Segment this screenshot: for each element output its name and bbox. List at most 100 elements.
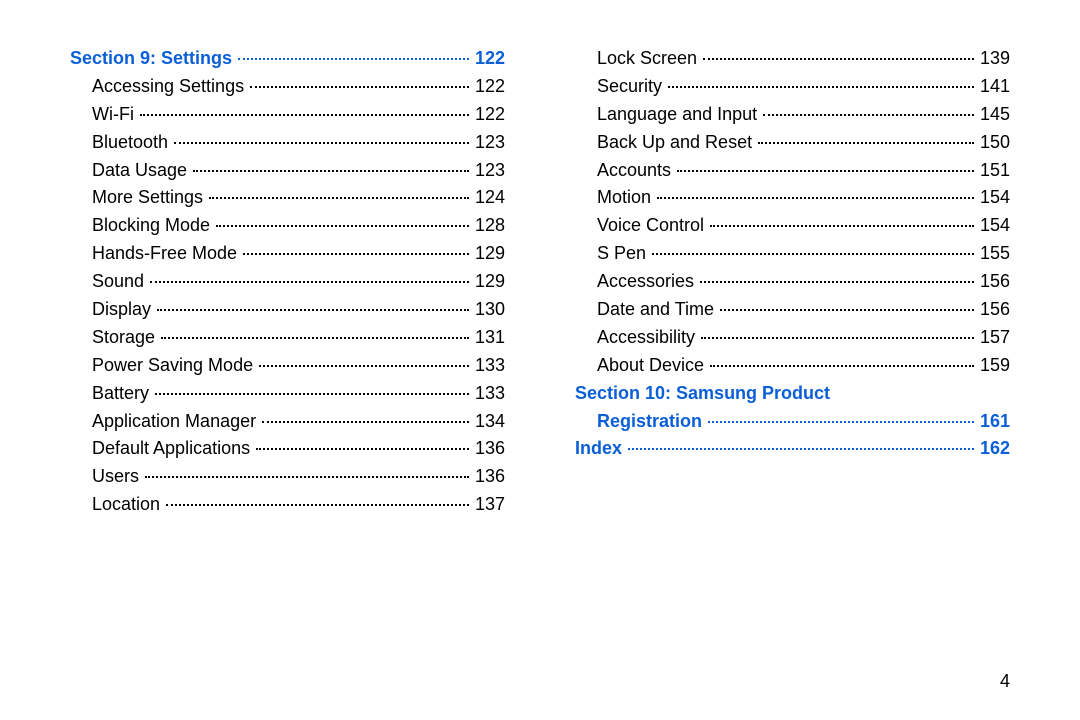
toc-leader-dots xyxy=(701,337,974,339)
toc-page-ref: 154 xyxy=(976,184,1010,212)
toc-entry[interactable]: Location137 xyxy=(70,491,505,519)
toc-leader-dots xyxy=(652,253,974,255)
toc-entry[interactable]: Lock Screen139 xyxy=(575,45,1010,73)
toc-entry[interactable]: Data Usage123 xyxy=(70,157,505,185)
toc-leader-dots xyxy=(700,281,974,283)
toc-entry[interactable]: Accounts 151 xyxy=(575,157,1010,185)
toc-page-ref: 156 xyxy=(976,296,1010,324)
toc-page-ref: 128 xyxy=(471,212,505,240)
toc-entry-label: Battery xyxy=(70,380,153,408)
toc-entry[interactable]: Security141 xyxy=(575,73,1010,101)
toc-entry[interactable]: Application Manager134 xyxy=(70,408,505,436)
toc-leader-dots xyxy=(710,365,974,367)
toc-page-ref: 130 xyxy=(471,296,505,324)
toc-leader-dots xyxy=(677,170,974,172)
toc-section-heading[interactable]: Index 162 xyxy=(575,435,1010,463)
toc-section-label: Index xyxy=(575,435,626,463)
toc-page-ref: 159 xyxy=(976,352,1010,380)
toc-entry[interactable]: More Settings 124 xyxy=(70,184,505,212)
toc-leader-dots xyxy=(262,421,469,423)
toc-leader-dots xyxy=(708,421,974,423)
toc-entry[interactable]: About Device 159 xyxy=(575,352,1010,380)
toc-entry[interactable]: Blocking Mode128 xyxy=(70,212,505,240)
toc-entry-label: More Settings xyxy=(70,184,207,212)
toc-leader-dots xyxy=(710,225,974,227)
toc-entry-label: Hands-Free Mode xyxy=(70,240,241,268)
toc-leader-dots xyxy=(657,197,974,199)
toc-page-ref: 133 xyxy=(471,352,505,380)
toc-leader-dots xyxy=(193,170,469,172)
toc-entry[interactable]: Language and Input145 xyxy=(575,101,1010,129)
toc-entry[interactable]: Power Saving Mode 133 xyxy=(70,352,505,380)
toc-page-ref: 133 xyxy=(471,380,505,408)
toc-leader-dots xyxy=(668,86,974,88)
toc-entry-label: Storage xyxy=(70,324,159,352)
toc-leader-dots xyxy=(243,253,469,255)
toc-page-ref: 162 xyxy=(976,435,1010,463)
toc-entry-label: Display xyxy=(70,296,155,324)
toc-page-ref: 137 xyxy=(471,491,505,519)
toc-entry[interactable]: Storage131 xyxy=(70,324,505,352)
toc-leader-dots xyxy=(174,142,469,144)
toc-entry[interactable]: Date and Time156 xyxy=(575,296,1010,324)
toc-entry[interactable]: Display 130 xyxy=(70,296,505,324)
toc-entry[interactable]: Wi-Fi 122 xyxy=(70,101,505,129)
toc-entry[interactable]: Battery 133 xyxy=(70,380,505,408)
toc-leader-dots xyxy=(166,504,469,506)
toc-page-ref: 129 xyxy=(471,240,505,268)
toc-page-ref: 136 xyxy=(471,435,505,463)
toc-entry-label: Accounts xyxy=(575,157,675,185)
toc-entry-label: Wi-Fi xyxy=(70,101,138,129)
toc-entry[interactable]: Hands-Free Mode 129 xyxy=(70,240,505,268)
toc-section-heading[interactable]: Section 9: Settings 122 xyxy=(70,45,505,73)
toc-section-label: Section 9: Settings xyxy=(70,45,236,73)
toc-entry-label: Voice Control xyxy=(575,212,708,240)
toc-page-ref: 122 xyxy=(471,45,505,73)
toc-page-ref: 139 xyxy=(976,45,1010,73)
toc-entry-label: Default Applications xyxy=(70,435,254,463)
toc-columns: Section 9: Settings122Accessing Settings… xyxy=(70,45,1010,519)
toc-entry[interactable]: Bluetooth123 xyxy=(70,129,505,157)
toc-page-ref: 151 xyxy=(976,157,1010,185)
toc-entry-label: Bluetooth xyxy=(70,129,172,157)
toc-leader-dots xyxy=(209,197,469,199)
toc-leader-dots xyxy=(720,309,974,311)
toc-entry-label: Accessories xyxy=(575,268,698,296)
toc-page-ref: 124 xyxy=(471,184,505,212)
toc-section-label: Registration xyxy=(575,408,706,436)
toc-entry-label: Power Saving Mode xyxy=(70,352,257,380)
toc-entry[interactable]: Accessing Settings 122 xyxy=(70,73,505,101)
toc-leader-dots xyxy=(150,281,469,283)
toc-section-heading[interactable]: Section 10: Samsung Product xyxy=(575,380,1010,408)
toc-entry-label: Accessing Settings xyxy=(70,73,248,101)
toc-entry[interactable]: S Pen155 xyxy=(575,240,1010,268)
toc-leader-dots xyxy=(628,448,974,450)
toc-leader-dots xyxy=(703,58,974,60)
toc-entry[interactable]: Users136 xyxy=(70,463,505,491)
toc-entry[interactable]: Accessories156 xyxy=(575,268,1010,296)
toc-page-ref: 145 xyxy=(976,101,1010,129)
toc-page: Section 9: Settings122Accessing Settings… xyxy=(0,0,1080,720)
toc-entry[interactable]: Voice Control154 xyxy=(575,212,1010,240)
toc-leader-dots xyxy=(216,225,469,227)
toc-entry[interactable]: Motion154 xyxy=(575,184,1010,212)
toc-leader-dots xyxy=(238,58,469,60)
toc-leader-dots xyxy=(155,393,469,395)
toc-entry-label: About Device xyxy=(575,352,708,380)
toc-page-ref: 122 xyxy=(471,101,505,129)
toc-entry[interactable]: Default Applications 136 xyxy=(70,435,505,463)
toc-column-right: Lock Screen139Security141Language and In… xyxy=(575,45,1010,519)
toc-page-ref: 122 xyxy=(471,73,505,101)
toc-leader-dots xyxy=(763,114,974,116)
toc-leader-dots xyxy=(256,448,469,450)
toc-entry[interactable]: Accessibility157 xyxy=(575,324,1010,352)
toc-page-ref: 134 xyxy=(471,408,505,436)
toc-section-heading[interactable]: Registration161 xyxy=(575,408,1010,436)
toc-page-ref: 129 xyxy=(471,268,505,296)
page-number: 4 xyxy=(1000,671,1010,692)
toc-page-ref: 123 xyxy=(471,157,505,185)
toc-leader-dots xyxy=(250,86,469,88)
toc-leader-dots xyxy=(145,476,469,478)
toc-entry[interactable]: Back Up and Reset150 xyxy=(575,129,1010,157)
toc-entry[interactable]: Sound129 xyxy=(70,268,505,296)
